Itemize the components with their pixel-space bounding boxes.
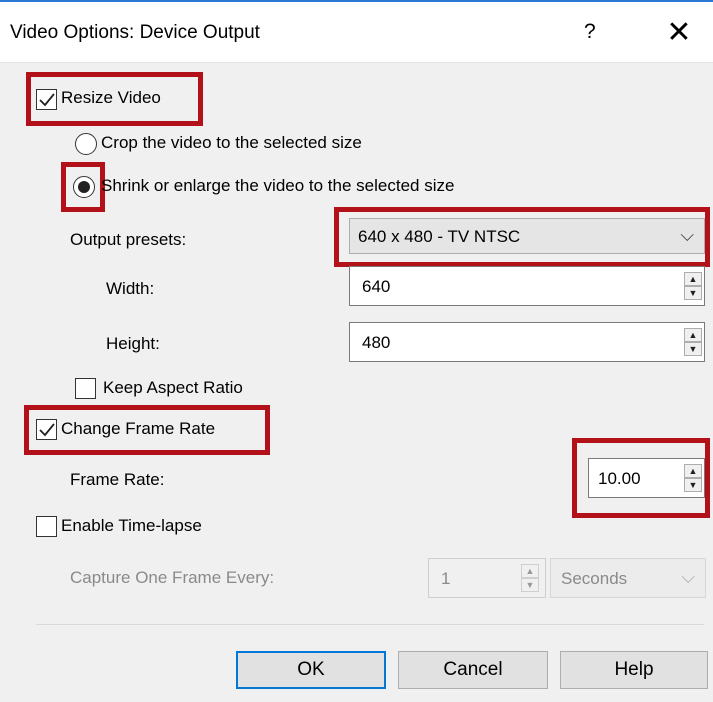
height-input[interactable]: 480 ▲ ▼ <box>349 322 705 362</box>
capture-unit-value: Seconds <box>561 569 628 588</box>
ok-button[interactable]: OK <box>236 651 386 689</box>
enable-timelapse-label: Enable Time-lapse <box>61 516 202 535</box>
change-frame-rate-label: Change Frame Rate <box>61 419 216 438</box>
output-presets-dropdown[interactable]: 640 x 480 - TV NTSC ⌵ <box>349 218 705 254</box>
check-icon <box>38 422 55 436</box>
capture-interval-value: 1 <box>441 569 451 588</box>
spin-up-icon[interactable]: ▲ <box>684 328 702 342</box>
check-icon <box>38 92 55 106</box>
help-button[interactable]: Help <box>560 651 708 689</box>
spin-up-icon[interactable]: ▲ <box>684 272 702 286</box>
resize-video-label: Resize Video <box>61 88 161 107</box>
crop-radio-label: Crop the video to the selected size <box>101 133 362 152</box>
help-icon[interactable]: ? <box>584 20 596 44</box>
divider <box>36 624 704 625</box>
window-frame <box>0 0 713 2</box>
height-value: 480 <box>362 333 391 352</box>
radio-selected-dot <box>78 181 90 193</box>
spin-down-icon[interactable]: ▼ <box>684 286 702 300</box>
height-label: Height: <box>106 334 160 353</box>
keep-aspect-ratio-checkbox[interactable] <box>75 378 96 399</box>
keep-aspect-ratio-label: Keep Aspect Ratio <box>103 378 243 397</box>
resize-video-checkbox[interactable] <box>36 89 57 110</box>
spin-up-icon[interactable]: ▲ <box>684 464 702 478</box>
height-spinner[interactable]: ▲ ▼ <box>684 328 702 356</box>
crop-radio[interactable] <box>75 133 97 155</box>
spin-up-icon: ▲ <box>521 564 539 578</box>
shrink-radio-label: Shrink or enlarge the video to the selec… <box>101 176 455 195</box>
width-input[interactable]: 640 ▲ ▼ <box>349 266 705 306</box>
spin-down-icon[interactable]: ▼ <box>684 342 702 356</box>
frame-rate-spinner[interactable]: ▲ ▼ <box>684 464 702 492</box>
frame-rate-value: 10.00 <box>598 469 641 488</box>
output-presets-label: Output presets: <box>70 230 187 249</box>
cancel-button[interactable]: Cancel <box>398 651 548 689</box>
capture-unit-dropdown: Seconds ⌵ <box>550 558 706 598</box>
width-value: 640 <box>362 277 391 296</box>
output-presets-value: 640 x 480 - TV NTSC <box>358 227 521 246</box>
change-frame-rate-checkbox[interactable] <box>36 419 57 440</box>
spin-down-icon: ▼ <box>521 578 539 592</box>
frame-rate-label: Frame Rate: <box>70 470 165 489</box>
spin-down-icon[interactable]: ▼ <box>684 478 702 492</box>
shrink-radio[interactable] <box>73 176 95 198</box>
frame-rate-input[interactable]: 10.00 ▲ ▼ <box>588 458 705 498</box>
close-icon[interactable]: ✕ <box>662 16 696 50</box>
chevron-down-icon: ⌵ <box>681 567 695 587</box>
enable-timelapse-checkbox[interactable] <box>36 516 57 537</box>
chevron-down-icon: ⌵ <box>680 225 694 245</box>
capture-frame-every-label: Capture One Frame Every: <box>70 568 275 587</box>
capture-interval-spinner: ▲ ▼ <box>521 564 539 592</box>
capture-interval-input: 1 ▲ ▼ <box>428 558 546 598</box>
dialog-title: Video Options: Device Output <box>10 22 260 43</box>
width-spinner[interactable]: ▲ ▼ <box>684 272 702 300</box>
width-label: Width: <box>106 279 155 298</box>
